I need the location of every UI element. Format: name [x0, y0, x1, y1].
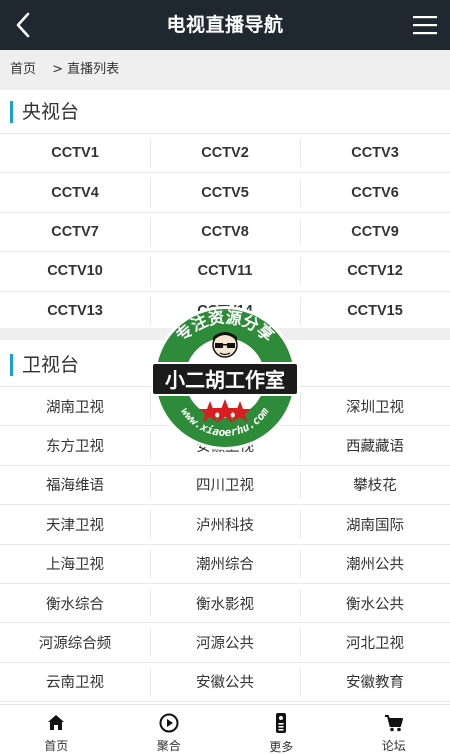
- hamburger-menu-icon: [413, 16, 437, 35]
- channel-link[interactable]: CCTV1: [0, 134, 150, 172]
- channel-link[interactable]: 衡水综合: [0, 584, 150, 622]
- channel-link[interactable]: CCTV7: [0, 213, 150, 251]
- channel-link[interactable]: 云南卫视: [0, 663, 150, 701]
- channel-link[interactable]: CCTV10: [0, 252, 150, 290]
- nav-item-more[interactable]: 更多: [225, 705, 338, 754]
- channel-link[interactable]: 河源公共: [150, 623, 300, 661]
- nav-item-forum[interactable]: 论坛: [338, 705, 450, 754]
- channel-row: 上海卫视 潮州综合 潮州公共: [0, 545, 450, 584]
- nav-item-label: 论坛: [381, 739, 406, 753]
- channel-link[interactable]: 西藏藏语: [300, 426, 450, 464]
- channel-row: 天津卫视 泸州科技 湖南国际: [0, 505, 450, 545]
- section-title-text: 卫视台: [22, 354, 80, 376]
- channel-link[interactable]: 河源综合频: [0, 623, 150, 661]
- channel-row: CCTV4 CCTV5 CCTV6: [0, 173, 450, 213]
- channel-link[interactable]: CCTV6: [300, 173, 450, 211]
- menu-button[interactable]: [410, 10, 440, 40]
- channel-link[interactable]: 四川卫视: [150, 466, 300, 504]
- channel-link[interactable]: 湖南国际: [300, 505, 450, 543]
- home-icon: [48, 714, 65, 730]
- watermark-logo: 专注资源分享 www.xiaoerhu.com 小二胡工作室: [151, 306, 299, 450]
- channel-link[interactable]: 安徽教育: [300, 663, 450, 701]
- channel-link[interactable]: 衡水公共: [300, 584, 450, 622]
- channel-link[interactable]: CCTV8: [150, 213, 300, 251]
- channel-link[interactable]: 湖南卫视: [0, 387, 150, 425]
- breadcrumb-current: > 直播列表: [52, 62, 120, 77]
- channel-link[interactable]: 潮州综合: [150, 545, 300, 583]
- nav-item-home[interactable]: 首页: [0, 705, 113, 754]
- watermark-face-icon: [212, 332, 238, 358]
- top-bar: 电视直播导航: [0, 0, 450, 50]
- channel-row: 河源综合频 河源公共 河北卫视: [0, 623, 450, 663]
- nav-item-label: 更多: [269, 740, 294, 754]
- channel-link[interactable]: CCTV9: [300, 213, 450, 251]
- nav-item-label: 首页: [44, 739, 69, 753]
- channel-row: CCTV7 CCTV8 CCTV9: [0, 213, 450, 253]
- channel-row: CCTV1 CCTV2 CCTV3: [0, 134, 450, 174]
- channel-link[interactable]: CCTV11: [150, 252, 300, 290]
- remote-control-icon: [276, 713, 287, 733]
- channel-link[interactable]: 东方卫视: [0, 426, 150, 464]
- channel-link[interactable]: 衡水影视: [150, 584, 300, 622]
- channel-link[interactable]: CCTV4: [0, 173, 150, 211]
- channel-link[interactable]: CCTV5: [150, 173, 300, 211]
- section-title-text: 央视台: [22, 101, 80, 123]
- channel-row: CCTV10 CCTV11 CCTV12: [0, 252, 450, 292]
- section-accent-bar: [10, 354, 13, 376]
- channel-row: 云南卫视 安徽公共 安徽教育: [0, 663, 450, 703]
- channel-row: 福海维语 四川卫视 攀枝花: [0, 466, 450, 506]
- channel-link[interactable]: CCTV12: [300, 252, 450, 290]
- channel-link[interactable]: 潮州公共: [300, 545, 450, 583]
- channel-link[interactable]: 上海卫视: [0, 545, 150, 583]
- channel-row: 衡水综合 衡水影视 衡水公共: [0, 584, 450, 624]
- channel-link[interactable]: CCTV2: [150, 134, 300, 172]
- shopping-cart-icon: [384, 714, 403, 731]
- page-title: 电视直播导航: [166, 14, 284, 36]
- channel-link[interactable]: 安徽公共: [150, 663, 300, 701]
- channel-link[interactable]: 天津卫视: [0, 505, 150, 543]
- channel-link[interactable]: 泸州科技: [150, 505, 300, 543]
- watermark-name-text: 小二胡工作室: [165, 368, 285, 392]
- breadcrumb-home-link[interactable]: 首页: [10, 62, 36, 77]
- nav-item-aggregate[interactable]: 聚合: [113, 705, 226, 754]
- channel-link[interactable]: CCTV3: [300, 134, 450, 172]
- channel-link[interactable]: CCTV13: [0, 292, 150, 330]
- breadcrumb: 首页 > 直播列表: [0, 50, 450, 90]
- section-title-cctv: 央视台: [0, 90, 450, 134]
- play-circle-icon: [159, 713, 179, 732]
- channel-link[interactable]: 河北卫视: [300, 623, 450, 661]
- channel-link[interactable]: 攀枝花: [300, 466, 450, 504]
- nav-item-label: 聚合: [156, 739, 181, 753]
- channel-link[interactable]: 福海维语: [0, 466, 150, 504]
- section-accent-bar: [10, 101, 13, 123]
- channel-grid-cctv: CCTV1 CCTV2 CCTV3 CCTV4 CCTV5 CCTV6 CCTV7 CCTV8…: [0, 134, 450, 331]
- channel-link[interactable]: CCTV15: [300, 292, 450, 330]
- channel-link[interactable]: 深圳卫视: [300, 387, 450, 425]
- bottom-nav: 首页 聚合 更多 论坛: [0, 704, 450, 754]
